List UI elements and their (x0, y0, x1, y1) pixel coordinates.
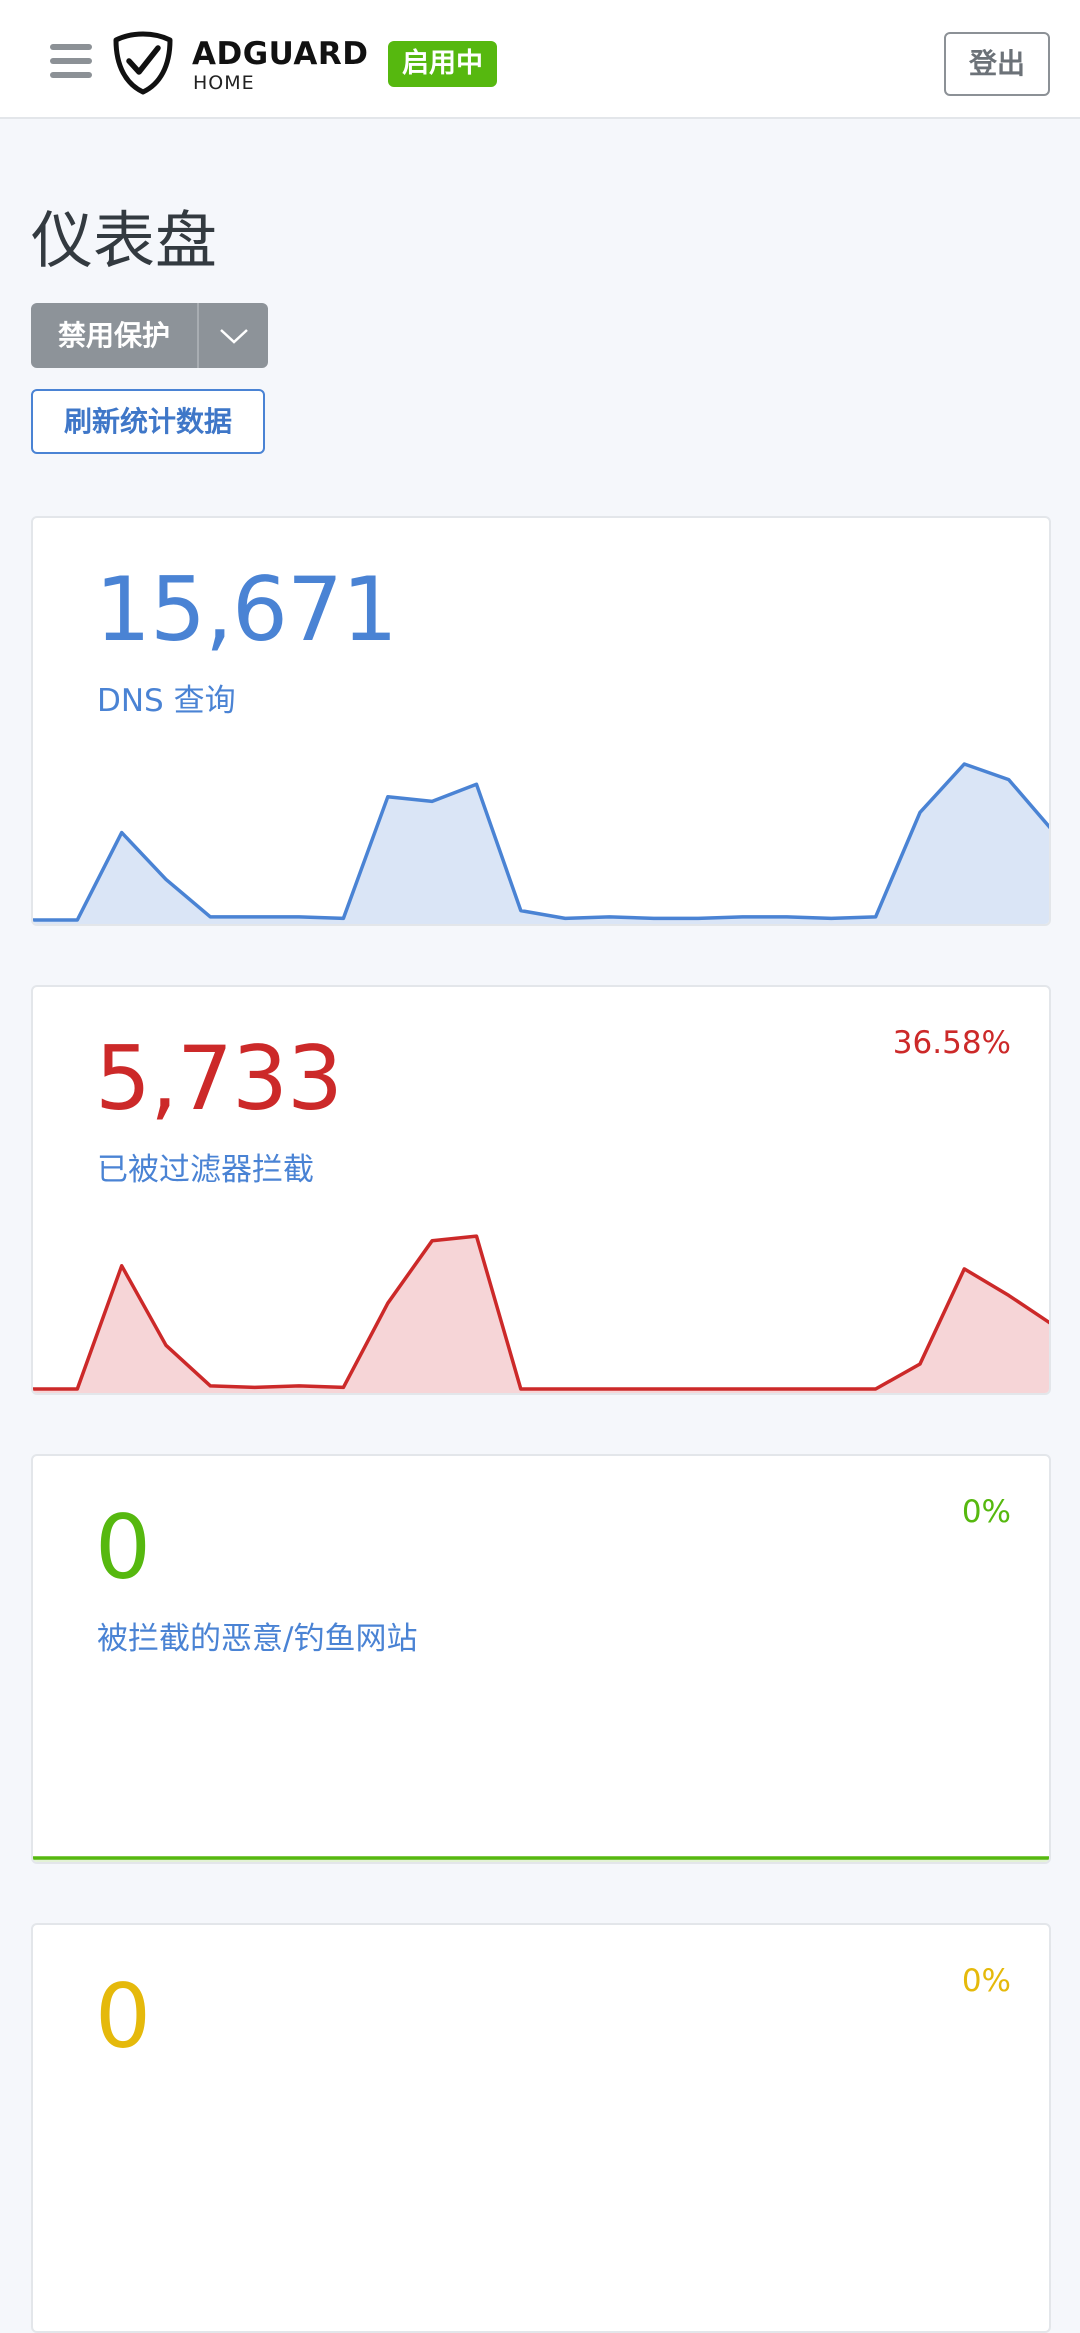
page-title: 仪表盘 (31, 204, 218, 277)
blocked-malware-phishing-percent: 0% (961, 1494, 1011, 1530)
protection-toggle-group: 禁用保护 (31, 303, 268, 368)
brand-subtitle: HOME (193, 72, 255, 94)
protection-dropdown-toggle[interactable] (199, 303, 268, 368)
hamburger-menu-icon[interactable] (50, 44, 92, 78)
blocked-by-filters-card: 5,733 已被过滤器拦截 36.58% (31, 985, 1051, 1395)
safe-search-count: 0 (95, 1965, 151, 2068)
dns-queries-count: 15,671 (95, 558, 398, 661)
dns-queries-sparkline (33, 762, 1049, 924)
brand-name: ADGUARD (192, 36, 369, 72)
refresh-statistics-button[interactable]: 刷新统计数据 (31, 389, 265, 454)
blocked-malware-phishing-card: 0 被拦截的恶意/钓鱼网站 0% (31, 1454, 1051, 1864)
chevron-down-icon (219, 328, 248, 344)
blocked-by-filters-count: 5,733 (95, 1027, 343, 1130)
sparkline-area (33, 764, 1049, 924)
blocked-by-filters-label: 已被过滤器拦截 (97, 1152, 314, 1188)
dns-queries-card: 15,671 DNS 查询 (31, 516, 1051, 926)
blocked-malware-phishing-label: 被拦截的恶意/钓鱼网站 (97, 1621, 418, 1657)
blocked-malware-phishing-count: 0 (95, 1496, 151, 1599)
safe-search-sparkline (33, 2161, 1051, 2331)
top-navbar: ADGUARD HOME 启用中 登出 (0, 0, 1080, 119)
disable-protection-button[interactable]: 禁用保护 (31, 303, 199, 368)
safe-search-card: 0 0% (31, 1923, 1051, 2333)
adguard-shield-logo-icon (113, 31, 173, 95)
dns-queries-label: DNS 查询 (97, 683, 236, 719)
sparkline-area (33, 1236, 1049, 1393)
protection-status-badge: 启用中 (388, 41, 497, 87)
blocked-by-filters-percent: 36.58% (892, 1025, 1011, 1061)
blocked-by-filters-sparkline (33, 1234, 1049, 1393)
blocked-malware-phishing-sparkline (33, 1856, 1049, 1862)
safe-search-percent: 0% (961, 1963, 1011, 1999)
logout-button[interactable]: 登出 (944, 32, 1050, 96)
